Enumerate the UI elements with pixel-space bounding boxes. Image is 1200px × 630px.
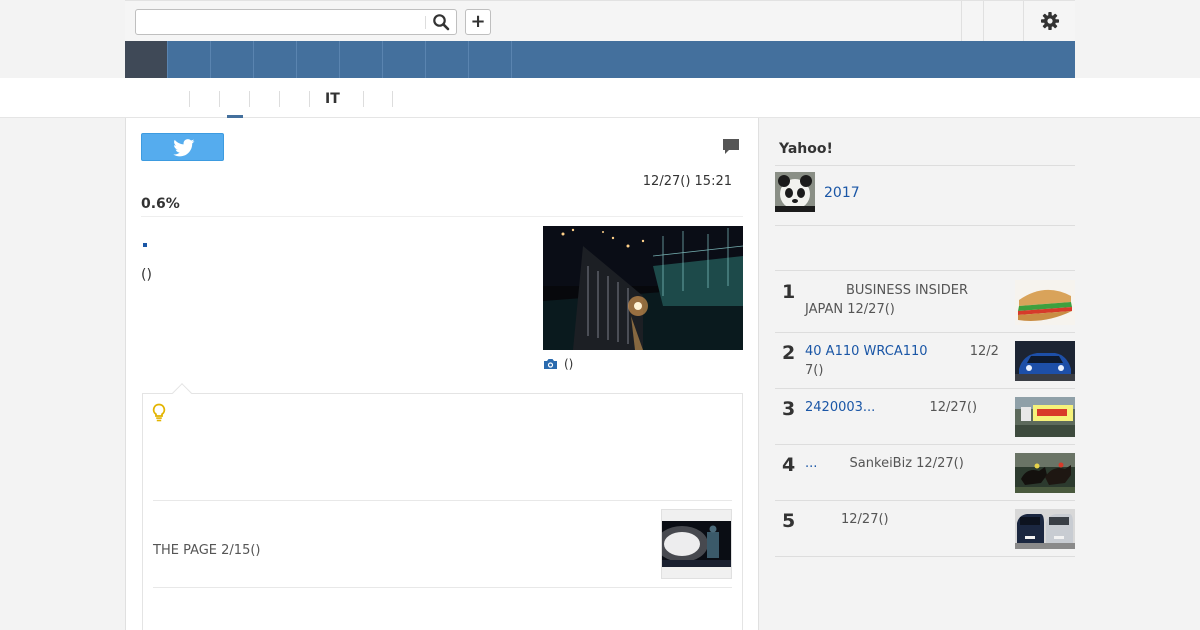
topbar-divider	[1023, 1, 1024, 41]
twitter-icon	[173, 139, 195, 157]
related-article-thumbnail[interactable]	[661, 509, 732, 579]
nav-item[interactable]	[254, 41, 297, 78]
ranking-number: 1	[782, 281, 796, 303]
ranking-title: 40 A110 WRCA110	[805, 344, 928, 359]
subnav-item-active[interactable]	[220, 91, 250, 107]
camera-icon	[544, 359, 557, 369]
subnav-item[interactable]	[190, 91, 220, 107]
ranking-item[interactable]: 3 2420003... 12/27()	[775, 389, 1075, 444]
ranking-thumbnail	[1015, 453, 1075, 493]
ranking-text: 12/27()	[805, 510, 1000, 529]
tweet-button[interactable]	[141, 133, 224, 161]
horse-race-image	[1015, 453, 1075, 493]
ranking-meta: 12/27()	[841, 512, 889, 527]
comment-icon	[723, 139, 739, 154]
ranking-number: 3	[782, 398, 796, 420]
panda-image	[775, 172, 815, 212]
sidebar-divider	[775, 165, 1075, 166]
nav-item-top[interactable]	[125, 41, 168, 78]
search-separator	[425, 16, 426, 29]
ranking-text: ... SankeiBiz 12/27()	[805, 454, 1000, 473]
nav-item[interactable]	[426, 41, 469, 78]
ranking-thumbnail	[1015, 397, 1075, 437]
article-headline: 0.6%	[141, 196, 180, 212]
article-source: ()	[141, 267, 152, 283]
night-scene-image	[662, 510, 731, 578]
nav-item[interactable]	[168, 41, 211, 78]
gear-icon	[1041, 12, 1059, 30]
article-photo[interactable]	[543, 226, 743, 350]
ranking-thumbnail	[1015, 341, 1075, 381]
parking-sign-image	[1015, 397, 1075, 437]
article: 12/27() 15:21 0.6% () () THE PAGE 2/15()	[125, 118, 759, 630]
ranking-item[interactable]: 1 BUSINESS INSIDER JAPAN 12/27()	[775, 271, 1075, 332]
ranking-title: 2420003...	[805, 400, 876, 415]
add-button[interactable]: +	[465, 9, 491, 35]
top-bar: +	[125, 0, 1075, 41]
sidebar: Yahoo! 2017 1 BUSINESS INSIDER JAPAN 12/…	[759, 118, 1075, 630]
ranking-number: 2	[782, 342, 796, 364]
hint-box-arrow	[172, 383, 192, 403]
hint-box: THE PAGE 2/15()	[142, 383, 743, 630]
ranking-number: 5	[782, 510, 796, 532]
ranking-text: 2420003... 12/27()	[805, 398, 1000, 417]
article-link[interactable]	[143, 243, 147, 247]
hint-divider	[153, 500, 732, 501]
blue-car-image	[1015, 341, 1075, 381]
ranking-number: 4	[782, 454, 796, 476]
sidebar-divider	[775, 225, 1075, 226]
vans-image	[1015, 509, 1075, 549]
search-button[interactable]	[430, 12, 452, 32]
subnav-item[interactable]	[250, 91, 280, 107]
nav-item[interactable]	[297, 41, 340, 78]
ranking-meta: SankeiBiz 12/27()	[849, 456, 964, 471]
main-nav	[125, 41, 1075, 78]
comment-button[interactable]	[722, 138, 740, 159]
ranking-thumbnail	[1015, 280, 1075, 325]
subnav-item[interactable]	[280, 91, 310, 107]
ranking-item[interactable]: 2 40 A110 WRCA110 12/27()	[775, 333, 1075, 388]
search-icon	[433, 14, 450, 31]
settings-button[interactable]	[1040, 11, 1060, 31]
ranking-text: BUSINESS INSIDER JAPAN 12/27()	[805, 281, 1000, 319]
subnav-item[interactable]	[160, 91, 190, 107]
sidebar-divider	[775, 556, 1075, 557]
search-input[interactable]	[140, 13, 420, 31]
ranking-text: 40 A110 WRCA110 12/27()	[805, 342, 1000, 380]
subnav-item[interactable]	[363, 91, 393, 107]
nav-item[interactable]	[211, 41, 254, 78]
article-date: 12/27() 15:21	[642, 174, 732, 189]
night-harbor-image	[543, 226, 743, 350]
ranking-meta: 12/27()	[929, 400, 978, 415]
photo-caption-text: ()	[564, 357, 574, 371]
sandwich-image	[1015, 280, 1075, 325]
subnav-item[interactable]	[393, 91, 394, 107]
headline-divider	[141, 216, 743, 217]
subnav-item-it[interactable]: IT	[325, 91, 363, 107]
hint-divider	[153, 587, 732, 588]
nav-item[interactable]	[469, 41, 512, 78]
ranking-item[interactable]: 4 ... SankeiBiz 12/27()	[775, 445, 1075, 500]
feature-thumbnail[interactable]	[775, 172, 815, 212]
sub-nav: IT	[125, 78, 1075, 119]
photo-caption[interactable]: ()	[543, 356, 573, 372]
topbar-divider	[983, 1, 984, 41]
ranking-meta: BUSINESS INSIDER JAPAN 12/27()	[805, 283, 968, 317]
ranking-thumbnail	[1015, 509, 1075, 549]
nav-item[interactable]	[383, 41, 426, 78]
feature-link[interactable]: 2017	[824, 185, 860, 201]
nav-item[interactable]	[340, 41, 383, 78]
bulb-icon	[152, 403, 166, 427]
search-box	[135, 9, 457, 35]
sidebar-title: Yahoo!	[779, 141, 833, 157]
related-article-text[interactable]: THE PAGE 2/15()	[153, 543, 261, 558]
topbar-divider	[961, 1, 962, 41]
ranking-title: ...	[805, 456, 818, 471]
ranking-item[interactable]: 5 12/27()	[775, 501, 1075, 556]
